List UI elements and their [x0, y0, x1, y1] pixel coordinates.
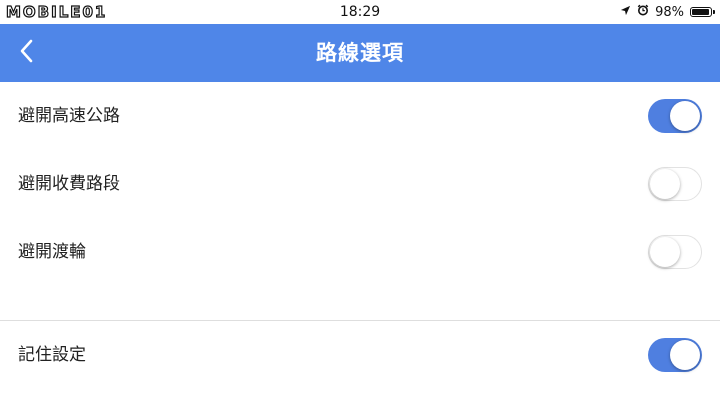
- chevron-left-icon: [19, 39, 35, 67]
- option-label: 避開渡輪: [18, 242, 86, 262]
- toggle-knob: [650, 169, 680, 199]
- back-button[interactable]: [10, 36, 44, 70]
- option-row-avoid-highways: 避開高速公路: [0, 83, 720, 149]
- option-label: 避開收費路段: [18, 174, 120, 194]
- remember-settings-toggle[interactable]: [648, 338, 702, 372]
- status-time: 18:29: [339, 4, 381, 20]
- toggle-knob: [650, 237, 680, 267]
- option-label: 記住設定: [18, 345, 86, 365]
- option-row-remember-settings: 記住設定: [0, 322, 720, 388]
- page-title: 路線選項: [316, 41, 404, 65]
- battery-level: [692, 9, 709, 15]
- option-row-avoid-ferries: 避開渡輪: [0, 219, 720, 285]
- alarm-clock-icon: [637, 4, 649, 20]
- status-icons: 98%: [620, 3, 715, 21]
- status-bar: MOBILE01 18:29 98%: [0, 0, 720, 24]
- option-label: 避開高速公路: [18, 106, 120, 126]
- avoid-highways-toggle[interactable]: [648, 99, 702, 133]
- toggle-knob: [670, 101, 700, 131]
- option-row-avoid-tolls: 避開收費路段: [0, 151, 720, 217]
- avoid-ferries-toggle[interactable]: [648, 235, 702, 269]
- toggle-knob: [670, 340, 700, 370]
- battery-icon: [690, 7, 715, 17]
- avoid-tolls-toggle[interactable]: [648, 167, 702, 201]
- battery-percent: 98%: [655, 4, 684, 20]
- location-arrow-icon: [620, 5, 631, 20]
- section-divider: [0, 320, 720, 321]
- nav-bar: 路線選項: [0, 24, 720, 82]
